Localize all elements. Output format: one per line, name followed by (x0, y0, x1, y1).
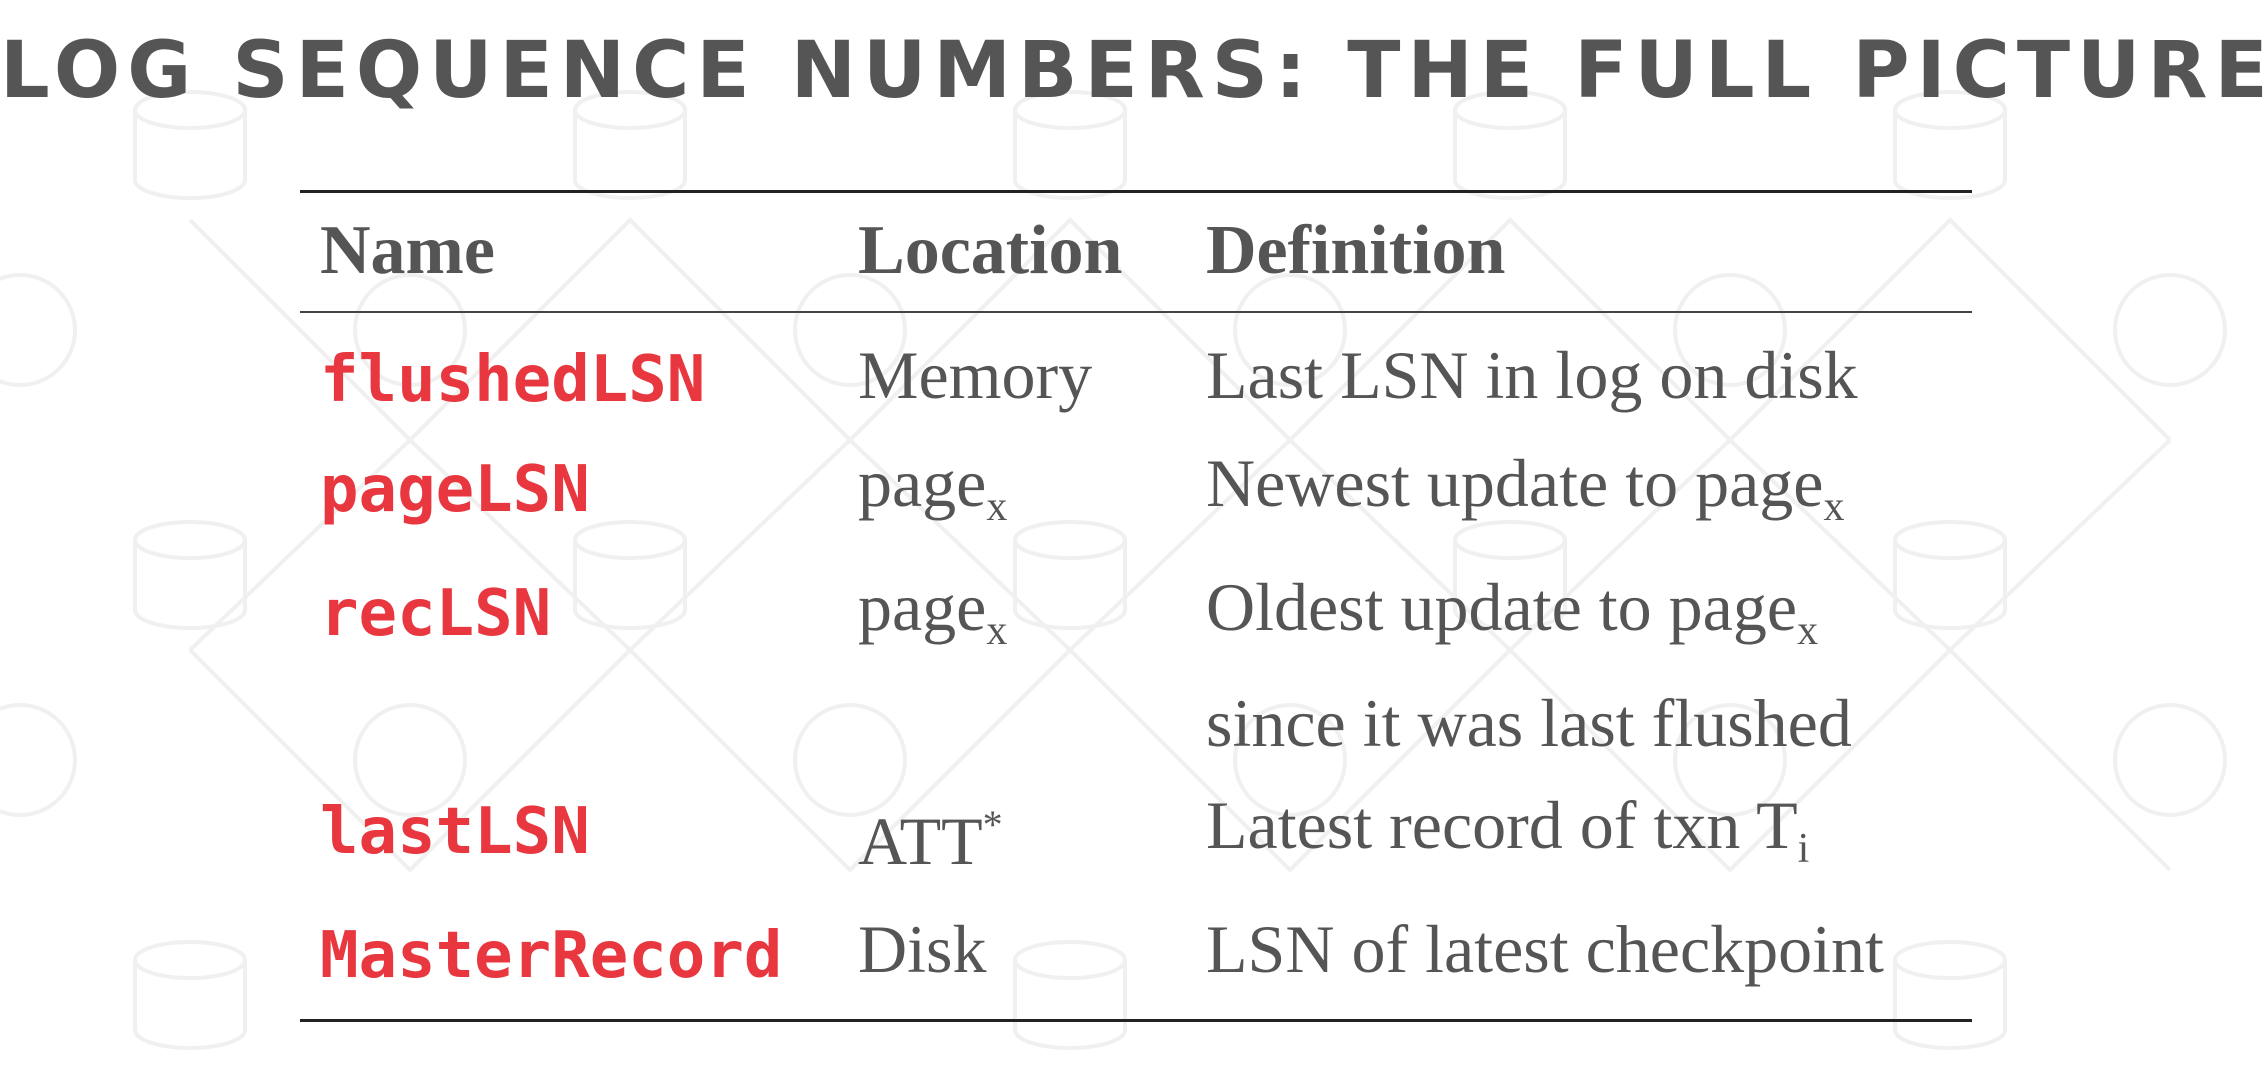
table-row: flushedLSN Memory Last LSN in log on dis… (300, 313, 1972, 435)
row-definition: Newest update to pagex (1206, 445, 1845, 530)
row-location: ATT* (858, 802, 1003, 879)
row-name: recLSN (320, 577, 552, 651)
row-definition: Latest record of txn Ti (1206, 787, 1810, 872)
row-name: pageLSN (320, 453, 590, 527)
row-location: Memory (858, 337, 1093, 413)
slide-title: LOG SEQUENCE NUMBERS: THE FULL PICTURE (0, 26, 2266, 116)
table-header-row: Name Location Definition (300, 193, 1972, 313)
table-row: lastLSN ATT* Latest record of txn Ti (300, 777, 1972, 901)
row-name: MasterRecord (320, 919, 783, 993)
lsn-table: Name Location Definition flushedLSN Memo… (300, 190, 1972, 1022)
row-definition: Oldest update to pagex since it was last … (1206, 569, 1852, 761)
table-row: recLSN pagex Oldest update to pagex since… (300, 559, 1972, 777)
row-definition: Last LSN in log on disk (1206, 337, 1858, 413)
row-name: flushedLSN (320, 343, 706, 417)
row-name: lastLSN (320, 795, 590, 869)
row-definition: LSN of latest checkpoint (1206, 911, 1884, 987)
table-row: MasterRecord Disk LSN of latest checkpoi… (300, 901, 1972, 1019)
row-location: pagex (858, 445, 1008, 530)
table-row: pageLSN pagex Newest update to pagex (300, 435, 1972, 559)
column-header-name: Name (320, 212, 495, 289)
row-location: Disk (858, 911, 987, 987)
column-header-definition: Definition (1206, 212, 1506, 289)
column-header-location: Location (858, 212, 1123, 289)
row-location: pagex (858, 569, 1008, 654)
